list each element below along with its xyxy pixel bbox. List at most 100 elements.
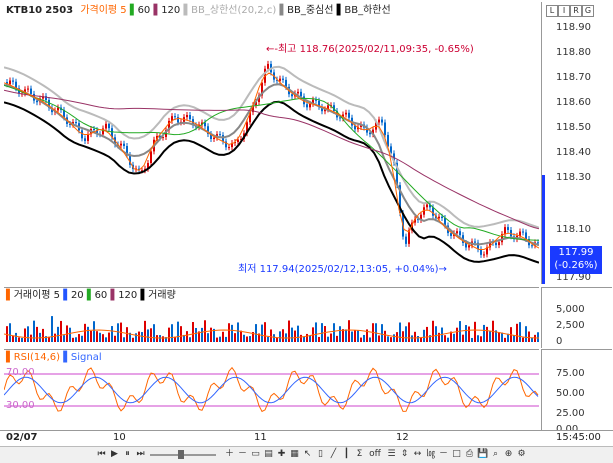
volume-bar (318, 336, 320, 342)
volume-axis[interactable]: 5,000 2,500 0 (541, 287, 612, 348)
candle-body (27, 88, 29, 90)
zoom-in-icon[interactable]: ＋ (224, 449, 235, 460)
sum-icon[interactable]: Σ (354, 449, 365, 460)
candle-body (174, 116, 176, 118)
volume-bar (189, 337, 191, 342)
candle-body (105, 123, 107, 129)
line-icon[interactable]: ╱ (328, 449, 339, 460)
volume-bar (528, 331, 530, 342)
candle-body (186, 115, 188, 118)
off-icon[interactable]: off (367, 449, 383, 460)
volume-bar (282, 329, 284, 342)
candle-body (297, 91, 299, 94)
grid-icon[interactable]: ▦ (289, 449, 300, 460)
volume-bar (357, 330, 359, 342)
candle-body (306, 104, 308, 108)
cursor-icon[interactable]: ↖ (302, 449, 313, 460)
volume-bar (123, 337, 125, 342)
volume-bar (294, 330, 296, 342)
candle-body (237, 139, 239, 143)
rsi-tick: 75.00 (556, 368, 585, 379)
volume-bar (489, 331, 491, 342)
rsi-axis[interactable]: 75.00 50.00 25.00 0.00 (541, 349, 612, 435)
price-axis[interactable]: L I R G 118.90 118.80 118.70 118.60 118.… (541, 2, 612, 284)
max-icon[interactable]: □ (451, 449, 462, 460)
candle-body (150, 151, 152, 163)
zoom-slider[interactable] (148, 449, 218, 460)
price-tick: 118.70 (556, 72, 591, 83)
fit-icon[interactable]: ▭ (250, 449, 261, 460)
corner-btn-l[interactable]: L (546, 5, 558, 17)
volume-bar (168, 327, 170, 342)
corner-btn-r[interactable]: R (570, 5, 582, 17)
zoom-icon[interactable]: ⊕ (503, 449, 514, 460)
volume-bar (426, 326, 428, 342)
volume-bar (399, 322, 401, 342)
volume-bar (126, 327, 128, 342)
volume-bar (195, 327, 197, 342)
time-label-12: 12 (396, 432, 409, 443)
candle-body (438, 216, 440, 219)
volume-bar (180, 326, 182, 342)
scroll-start-icon[interactable]: ⏮ (96, 449, 107, 460)
volume-bar (297, 325, 299, 342)
volume-bar (54, 333, 56, 342)
save-icon[interactable]: 💾 (477, 449, 488, 460)
min-icon[interactable]: － (438, 449, 449, 460)
list-icon[interactable]: ☰ (386, 449, 397, 460)
legend-ma60: 60 (137, 5, 151, 16)
play-icon[interactable]: ▶ (109, 449, 120, 460)
volume-bar (84, 323, 86, 342)
volume-bar (111, 326, 113, 342)
volume-bar (24, 328, 26, 342)
candle-body (426, 204, 428, 208)
volume-bar (432, 320, 434, 342)
candle-body (12, 80, 14, 82)
time-axis[interactable]: 02/07 10 11 12 15:45:00 (0, 430, 613, 446)
volume-bar (12, 335, 14, 342)
rsi-panel[interactable]: ▌RSI(14,6) ▌Signal 70.00 30.00 (4, 349, 539, 430)
candle-body (432, 207, 434, 216)
corner-btn-i[interactable]: I (558, 5, 570, 17)
search-icon[interactable]: ⌕ (490, 449, 501, 460)
volume-bar (519, 322, 521, 342)
cross-icon[interactable]: ✚ (276, 449, 287, 460)
volume-bar (81, 335, 83, 342)
corner-btn-g[interactable]: G (582, 5, 594, 17)
volume-bar (114, 335, 116, 342)
ruler-icon[interactable]: ↔ (412, 449, 423, 460)
volume-bar (237, 322, 239, 342)
bar-icon[interactable]: ▯ (315, 449, 326, 460)
candle-body (123, 143, 125, 147)
candle-body (84, 138, 86, 141)
candle-body (93, 129, 95, 131)
volume-bar (444, 335, 446, 342)
current-price-badge: 117.99 (-0.26%) (550, 246, 602, 274)
chart-icon[interactable]: ▤ (263, 449, 274, 460)
candle-icon[interactable]: ┃ (341, 449, 352, 460)
settings-icon[interactable]: ⚙ (516, 449, 527, 460)
volume-bar (378, 335, 380, 342)
candle-body (87, 134, 89, 141)
price-chart-panel[interactable]: KTB10 2503 가격이평 5 ▌60 ▌120 ▌BB_상한선(20,2,… (4, 2, 539, 284)
volume-bar (72, 337, 74, 342)
candle-body (189, 115, 191, 120)
legend-bb-lower: BB_하한선 (344, 5, 391, 16)
volume-bar (423, 329, 425, 342)
volume-bar (351, 331, 353, 342)
log-icon[interactable]: ㏒ (425, 449, 436, 460)
zoom-out-icon[interactable]: － (237, 449, 248, 460)
volume-bar (27, 326, 29, 342)
print-icon[interactable]: ⎙ (464, 449, 475, 460)
scroll-end-icon[interactable]: ⏭ (135, 449, 146, 460)
candle-body (30, 88, 32, 94)
scale-icon[interactable]: ⇕ (399, 449, 410, 460)
volume-bar (303, 336, 305, 342)
vol-tick: 2,500 (556, 320, 585, 331)
volume-bar (339, 326, 341, 342)
volume-panel[interactable]: ▌거래이평 5 ▌20 ▌60 ▌120 ▌거래량 (4, 287, 539, 348)
pause-icon[interactable]: ⏸ (122, 449, 133, 460)
volume-bar (246, 336, 248, 342)
rsi-tick: 50.00 (556, 388, 585, 399)
candle-body (279, 78, 281, 81)
